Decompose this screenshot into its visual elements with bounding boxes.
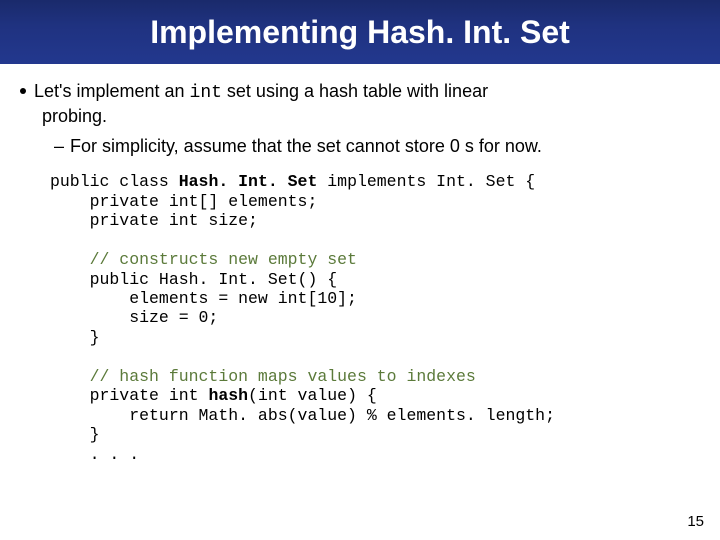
code-line: size = 0; [50,308,218,327]
bullet-text-pre: Let's implement an [34,81,190,101]
code-line: elements = new int[10]; [50,289,357,308]
code-class-name: Hash. Int. Set [179,172,318,191]
code-line: return Math. abs(value) % elements. leng… [50,406,555,425]
title-bar: Implementing Hash. Int. Set [0,0,720,64]
page-number: 15 [687,513,704,530]
code-line: public class [50,172,179,191]
code-comment: // hash function maps values to indexes [50,367,476,386]
code-line: implements Int. Set { [317,172,535,191]
bullet-text-post: set using a hash table with linear [222,81,488,101]
code-block: public class Hash. Int. Set implements I… [20,172,700,464]
code-line: private int size; [50,211,258,230]
code-line: private int [50,386,208,405]
code-comment: // constructs new empty set [50,250,357,269]
code-line: (int value) { [248,386,377,405]
code-line: public Hash. Int. Set() { [50,270,337,289]
code-method-name: hash [208,386,248,405]
code-line: } [50,425,100,444]
dash-icon: – [54,136,64,156]
slide-content: Let's implement an int set using a hash … [0,64,720,464]
code-line: } [50,328,100,347]
code-line: private int[] elements; [50,192,317,211]
bullet-text-code: int [190,83,222,103]
slide-title: Implementing Hash. Int. Set [150,14,570,51]
sub-bullet-item: –For simplicity, assume that the set can… [20,135,700,158]
bullet-item: Let's implement an int set using a hash … [20,80,700,129]
bullet-text-line2: probing. [20,105,700,128]
code-line: . . . [50,445,139,464]
bullet-dot-icon [20,88,26,94]
sub-bullet-text: For simplicity, assume that the set cann… [70,136,542,156]
